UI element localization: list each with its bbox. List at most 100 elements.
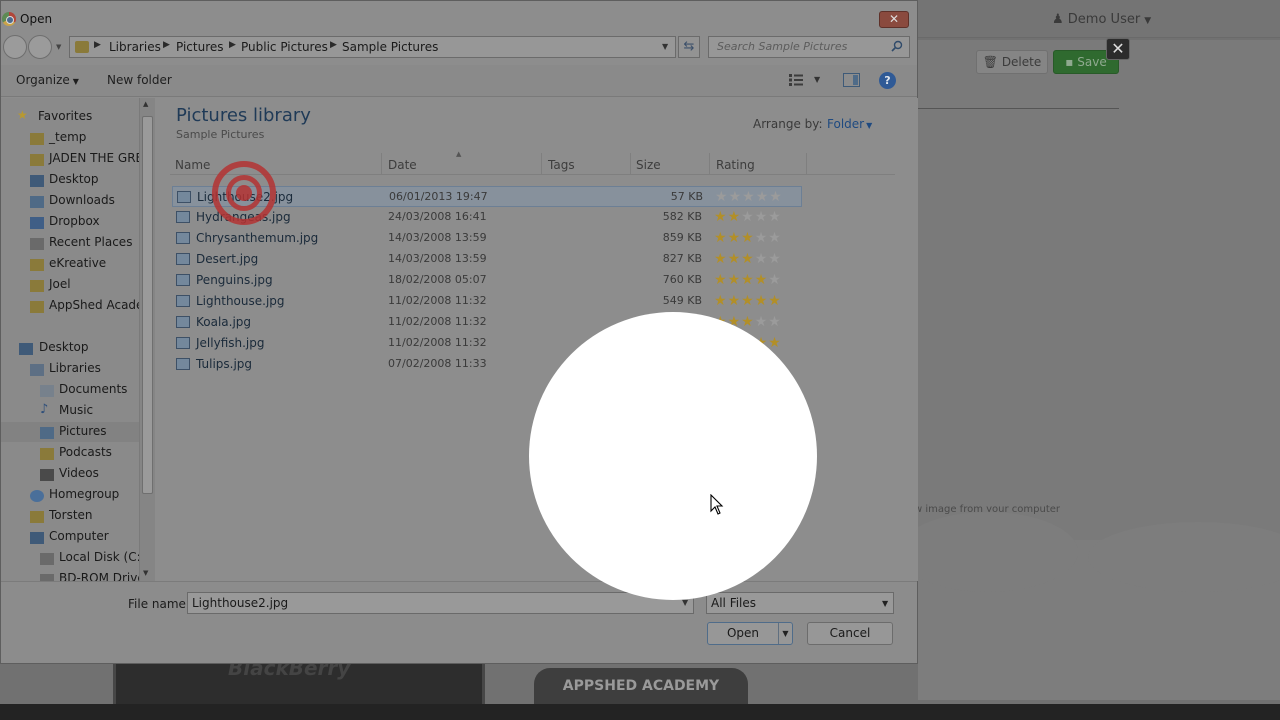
dialog-titlebar[interactable]: Open ✕: [1, 1, 917, 35]
column-size[interactable]: Size: [636, 158, 661, 172]
help-icon[interactable]: ?: [879, 72, 896, 89]
delete-button[interactable]: 🗑 Delete: [976, 50, 1048, 74]
nav-scrollbar[interactable]: ▲ ▼: [139, 98, 155, 581]
star-empty-icon[interactable]: ★: [741, 209, 755, 225]
column-divider[interactable]: [630, 153, 631, 175]
preview-pane-icon[interactable]: [843, 73, 860, 87]
search-input[interactable]: Search Sample Pictures: [708, 36, 910, 58]
nav-favorites[interactable]: Favorites: [38, 109, 92, 123]
star-filled-icon[interactable]: ★: [768, 293, 782, 309]
nav-podcasts[interactable]: Podcasts: [59, 445, 112, 459]
user-menu[interactable]: ♟ Demo User ▼: [1052, 12, 1151, 27]
nav-item-joel[interactable]: Joel: [49, 277, 71, 291]
nav-item-appshed[interactable]: AppShed Acader: [49, 298, 148, 312]
chevron-right-icon[interactable]: ▶: [229, 40, 236, 50]
star-empty-icon[interactable]: ★: [729, 189, 743, 205]
open-button[interactable]: Open ▼: [707, 622, 793, 645]
star-filled-icon[interactable]: ★: [714, 251, 728, 267]
nav-item-temp[interactable]: _temp: [49, 130, 86, 144]
chevron-right-icon[interactable]: ▶: [163, 40, 170, 50]
arrange-by-dropdown[interactable]: Folder ▼: [827, 117, 872, 131]
close-icon[interactable]: ✕: [1106, 38, 1130, 60]
rating-stars[interactable]: ★★★★★: [714, 209, 782, 225]
star-filled-icon[interactable]: ★: [741, 272, 755, 288]
open-options-chevron-icon[interactable]: ▼: [778, 623, 792, 644]
column-divider[interactable]: [541, 153, 542, 175]
close-button[interactable]: ✕: [879, 11, 909, 28]
column-tags[interactable]: Tags: [548, 158, 575, 172]
nav-bd-rom[interactable]: BD-ROM Drive: [59, 571, 145, 581]
column-divider[interactable]: [381, 153, 382, 175]
address-dropdown-icon[interactable]: ▼: [662, 42, 668, 51]
cancel-button[interactable]: Cancel: [807, 622, 893, 645]
nav-local-disk[interactable]: Local Disk (C:): [59, 550, 145, 564]
file-row[interactable]: Chrysanthemum.jpg 14/03/2008 13:59 859 KB ★…: [172, 228, 802, 249]
nav-libraries[interactable]: Libraries: [49, 361, 101, 375]
nav-item-ekreative[interactable]: eKreative: [49, 256, 106, 270]
column-name[interactable]: Name: [175, 158, 210, 172]
rating-stars[interactable]: ★★★★★: [714, 251, 782, 267]
refresh-button[interactable]: ⇆: [678, 36, 700, 58]
star-empty-icon[interactable]: ★: [768, 314, 782, 330]
star-filled-icon[interactable]: ★: [728, 209, 742, 225]
nav-desktop[interactable]: Desktop: [39, 340, 89, 354]
rating-stars[interactable]: ★★★★★: [714, 272, 782, 288]
star-empty-icon[interactable]: ★: [755, 251, 769, 267]
column-divider[interactable]: [806, 153, 807, 175]
star-empty-icon[interactable]: ★: [768, 209, 782, 225]
star-filled-icon[interactable]: ★: [714, 230, 728, 246]
star-filled-icon[interactable]: ★: [714, 209, 728, 225]
nav-torsten[interactable]: Torsten: [49, 508, 93, 522]
breadcrumb-pictures[interactable]: Pictures: [176, 40, 224, 54]
back-button[interactable]: [3, 35, 27, 59]
forward-button[interactable]: [28, 35, 52, 59]
nav-item-jaden[interactable]: JADEN THE GREA: [49, 151, 151, 165]
star-filled-icon[interactable]: ★: [728, 293, 742, 309]
scroll-up-icon[interactable]: ▲: [143, 100, 148, 108]
view-dropdown-icon[interactable]: ▼: [814, 75, 820, 84]
file-name-input[interactable]: Lighthouse2.jpg: [187, 592, 694, 614]
star-empty-icon[interactable]: ★: [768, 272, 782, 288]
star-filled-icon[interactable]: ★: [714, 293, 728, 309]
nav-homegroup[interactable]: Homegroup: [49, 487, 119, 501]
file-row[interactable]: Desert.jpg 14/03/2008 13:59 827 KB ★★★★★: [172, 249, 802, 270]
chevron-right-icon[interactable]: ▶: [330, 40, 337, 50]
scroll-thumb[interactable]: [142, 116, 153, 494]
star-empty-icon[interactable]: ★: [755, 230, 769, 246]
nav-videos[interactable]: Videos: [59, 466, 99, 480]
nav-music[interactable]: Music: [59, 403, 93, 417]
new-folder-button[interactable]: New folder: [107, 73, 172, 87]
star-empty-icon[interactable]: ★: [768, 251, 782, 267]
nav-item-dropbox[interactable]: Dropbox: [49, 214, 100, 228]
star-filled-icon[interactable]: ★: [741, 251, 755, 267]
star-empty-icon[interactable]: ★: [756, 189, 770, 205]
breadcrumb-libraries[interactable]: Libraries: [109, 40, 161, 54]
file-row[interactable]: Lighthouse.jpg 11/02/2008 11:32 549 KB ★★★★…: [172, 291, 802, 312]
star-empty-icon[interactable]: ★: [755, 209, 769, 225]
rating-stars[interactable]: ★★★★★: [715, 189, 783, 205]
organize-menu[interactable]: Organize ▼: [16, 73, 79, 87]
star-empty-icon[interactable]: ★: [769, 189, 783, 205]
breadcrumb-sample-pictures[interactable]: Sample Pictures: [342, 40, 438, 54]
star-filled-icon[interactable]: ★: [741, 230, 755, 246]
column-date[interactable]: Date: [388, 158, 417, 172]
star-filled-icon[interactable]: ★: [755, 272, 769, 288]
nav-computer[interactable]: Computer: [49, 529, 109, 543]
file-type-select[interactable]: All Files ▼: [706, 592, 894, 614]
rating-stars[interactable]: ★★★★★: [714, 230, 782, 246]
star-filled-icon[interactable]: ★: [728, 251, 742, 267]
academy-tab[interactable]: APPSHED ACADEMY: [534, 668, 748, 704]
nav-item-downloads[interactable]: Downloads: [49, 193, 115, 207]
star-filled-icon[interactable]: ★: [741, 293, 755, 309]
star-empty-icon[interactable]: ★: [742, 189, 756, 205]
column-divider[interactable]: [709, 153, 710, 175]
scroll-down-icon[interactable]: ▼: [143, 569, 148, 577]
address-bar[interactable]: ▶ Libraries ▶ Pictures ▶ Public Pictures…: [69, 36, 676, 58]
nav-documents[interactable]: Documents: [59, 382, 127, 396]
star-empty-icon[interactable]: ★: [715, 189, 729, 205]
star-filled-icon[interactable]: ★: [714, 272, 728, 288]
star-filled-icon[interactable]: ★: [728, 272, 742, 288]
file-row[interactable]: Penguins.jpg 18/02/2008 05:07 760 KB ★★★★★: [172, 270, 802, 291]
star-filled-icon[interactable]: ★: [741, 314, 755, 330]
view-options-icon[interactable]: [789, 74, 803, 86]
